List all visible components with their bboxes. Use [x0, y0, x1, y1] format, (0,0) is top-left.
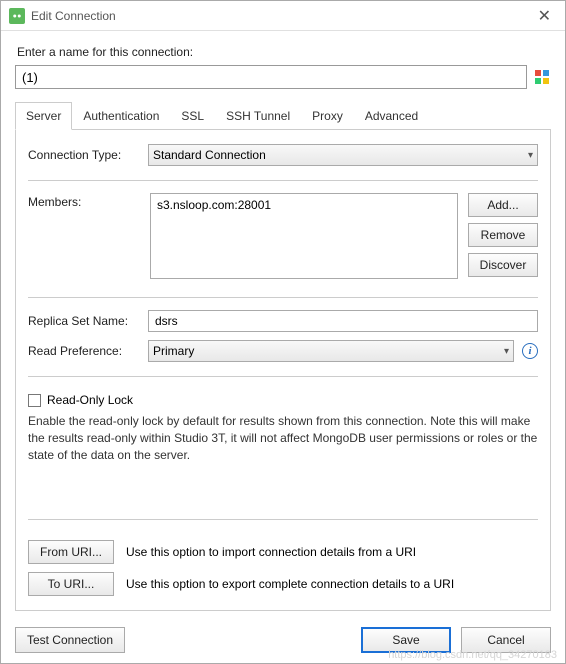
read-only-lock-description: Enable the read-only lock by default for…: [28, 413, 538, 463]
window-title: Edit Connection: [31, 9, 532, 23]
members-label: Members:: [28, 193, 140, 279]
to-uri-description: Use this option to export complete conne…: [126, 577, 454, 591]
tab-server[interactable]: Server: [15, 102, 72, 130]
connection-name-prompt: Enter a name for this connection:: [17, 45, 551, 59]
divider: [28, 180, 538, 181]
read-only-lock-checkbox[interactable]: [28, 394, 41, 407]
read-only-lock-label: Read-Only Lock: [47, 393, 133, 407]
tab-ssl[interactable]: SSL: [170, 102, 215, 130]
connection-type-label: Connection Type:: [28, 148, 140, 162]
remove-member-button[interactable]: Remove: [468, 223, 538, 247]
connection-name-input[interactable]: [15, 65, 527, 89]
test-connection-button[interactable]: Test Connection: [15, 627, 125, 653]
from-uri-button[interactable]: From URI...: [28, 540, 114, 564]
tab-proxy[interactable]: Proxy: [301, 102, 354, 130]
add-member-button[interactable]: Add...: [468, 193, 538, 217]
tab-bar: Server Authentication SSL SSH Tunnel Pro…: [15, 101, 551, 130]
read-preference-label: Read Preference:: [28, 344, 140, 358]
color-picker-icon[interactable]: [533, 68, 551, 86]
list-item[interactable]: s3.nsloop.com:28001: [157, 198, 451, 212]
close-icon[interactable]: ✕: [532, 6, 557, 26]
members-listbox[interactable]: s3.nsloop.com:28001: [150, 193, 458, 279]
to-uri-button[interactable]: To URI...: [28, 572, 114, 596]
dialog-content: Enter a name for this connection: Server…: [1, 31, 565, 621]
from-uri-description: Use this option to import connection det…: [126, 545, 416, 559]
tab-authentication[interactable]: Authentication: [72, 102, 170, 130]
tab-advanced[interactable]: Advanced: [354, 102, 429, 130]
connection-type-value: Standard Connection: [153, 148, 266, 162]
read-preference-value: Primary: [153, 344, 194, 358]
divider: [28, 297, 538, 298]
tab-ssh-tunnel[interactable]: SSH Tunnel: [215, 102, 301, 130]
title-bar: Edit Connection ✕: [1, 1, 565, 31]
divider: [28, 376, 538, 377]
read-preference-select[interactable]: Primary ▾: [148, 340, 514, 362]
replica-set-label: Replica Set Name:: [28, 314, 140, 328]
tab-panel-server: Connection Type: Standard Connection ▾ M…: [15, 130, 551, 611]
connection-type-select[interactable]: Standard Connection ▾: [148, 144, 538, 166]
discover-button[interactable]: Discover: [468, 253, 538, 277]
dialog-footer: Test Connection Save Cancel: [1, 621, 565, 663]
cancel-button[interactable]: Cancel: [461, 627, 551, 653]
info-icon[interactable]: i: [522, 343, 538, 359]
save-button[interactable]: Save: [361, 627, 451, 653]
replica-set-input[interactable]: [148, 310, 538, 332]
chevron-down-icon: ▾: [504, 346, 509, 357]
app-icon: [9, 8, 25, 24]
edit-connection-dialog: Edit Connection ✕ Enter a name for this …: [0, 0, 566, 664]
divider: [28, 519, 538, 520]
chevron-down-icon: ▾: [528, 150, 533, 161]
